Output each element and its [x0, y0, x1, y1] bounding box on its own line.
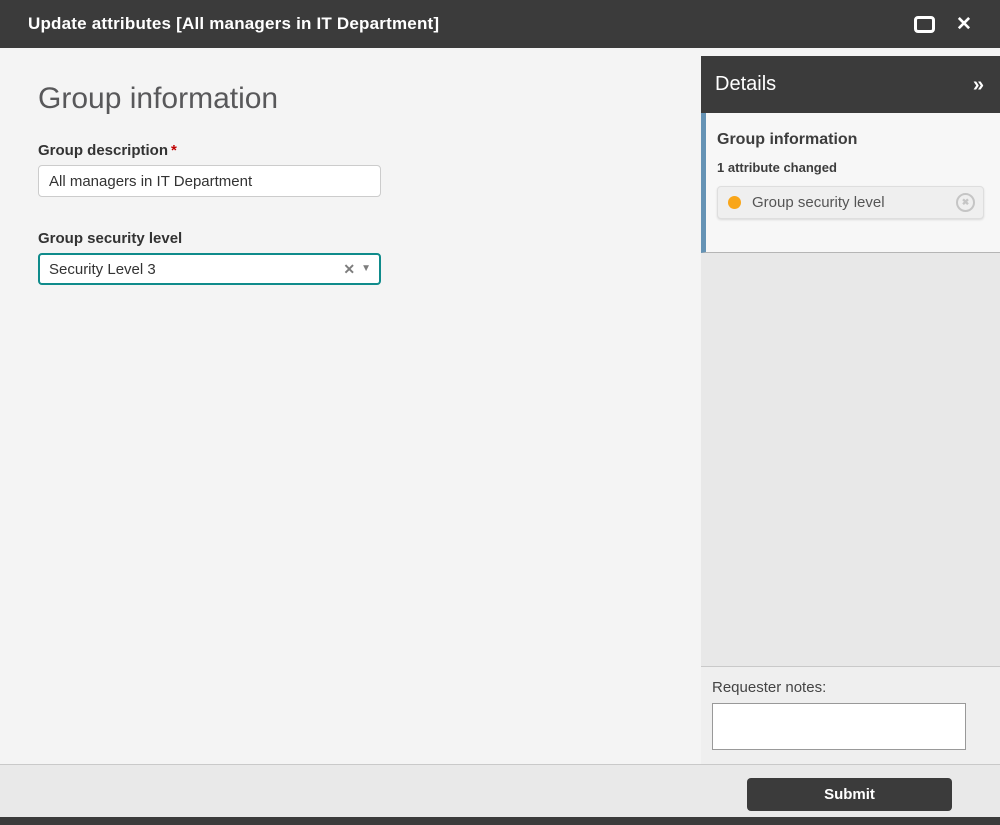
- close-button[interactable]: ✕: [944, 7, 984, 41]
- field-group-description: Group description *: [38, 142, 701, 197]
- circled-x-icon: ✖: [961, 197, 970, 207]
- revert-change-button[interactable]: ✖: [956, 193, 975, 212]
- group-security-level-select[interactable]: Security Level 3 ✕ ▼: [38, 253, 381, 285]
- bottom-strip: [0, 817, 1000, 825]
- details-panel-header: Details »: [701, 56, 1000, 113]
- group-security-level-value: Security Level 3: [49, 260, 156, 278]
- group-description-label-text: Group description: [38, 142, 169, 159]
- details-panel: Details » Group information 1 attribute …: [701, 48, 1000, 764]
- clear-selection-icon[interactable]: ✕: [343, 262, 355, 276]
- dialog-footer: Submit: [0, 764, 1000, 817]
- maximize-button[interactable]: [904, 7, 944, 41]
- changed-attribute-label: Group security level: [752, 194, 885, 211]
- group-description-label: Group description *: [38, 142, 701, 159]
- double-chevron-right-icon: »: [972, 73, 984, 96]
- field-gap: [38, 219, 701, 230]
- requester-notes-section: Requester notes:: [701, 666, 1000, 764]
- page-title: Group information: [38, 82, 279, 115]
- dialog-title: Update attributes [All managers in IT De…: [28, 14, 440, 33]
- chevron-down-icon[interactable]: ▼: [361, 264, 371, 274]
- group-security-level-label: Group security level: [38, 230, 183, 247]
- dialog-body: Group information Group description* Gro…: [0, 48, 1000, 825]
- attributes-changed-count: 1 attribute changed: [717, 160, 837, 175]
- content-row: Group information Group description* Gro…: [0, 48, 1000, 764]
- changed-attribute-item: Group security level ✖: [717, 186, 984, 219]
- main-form-area: Group information Group description* Gro…: [0, 48, 701, 764]
- details-panel-title: Details: [715, 73, 777, 95]
- maximize-icon: [913, 15, 935, 33]
- requester-notes-textarea[interactable]: [712, 703, 966, 750]
- changes-section-title: Group information: [717, 131, 858, 148]
- requester-notes-label: Requester notes:: [712, 679, 827, 696]
- submit-button[interactable]: Submit: [747, 778, 952, 811]
- required-asterisk: *: [171, 142, 177, 159]
- group-description-input[interactable]: [38, 165, 381, 197]
- close-icon: ✕: [956, 13, 972, 35]
- dialog-titlebar: Update attributes [All managers in IT De…: [0, 0, 1000, 48]
- field-group-security-level: Group security level Security Level 3 ✕ …: [38, 230, 701, 285]
- changes-section: Group information 1 attribute changed Gr…: [701, 113, 1000, 253]
- panel-top-gap: [701, 48, 1000, 56]
- panel-empty-space: [701, 253, 1000, 666]
- collapse-panel-button[interactable]: »: [973, 75, 984, 95]
- changed-status-dot-icon: [728, 196, 741, 209]
